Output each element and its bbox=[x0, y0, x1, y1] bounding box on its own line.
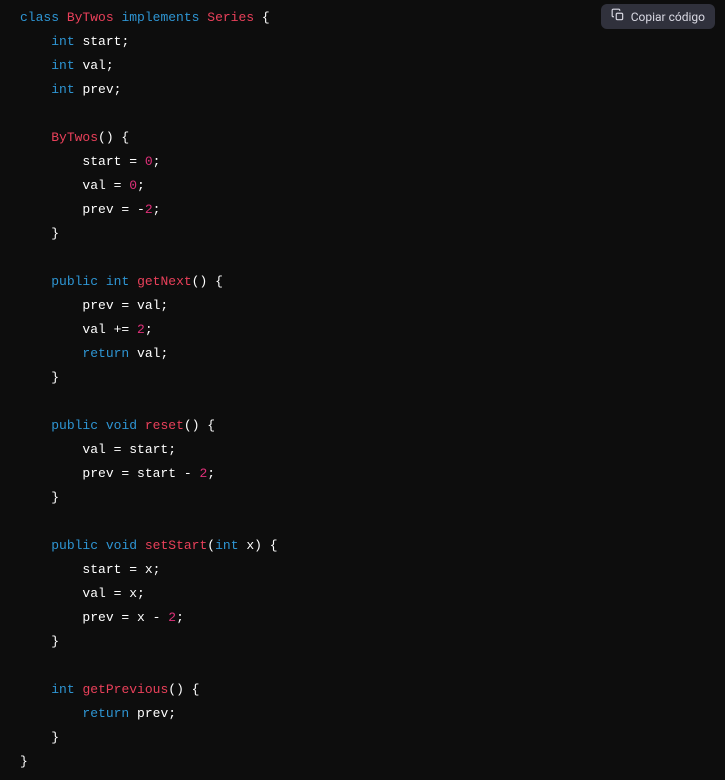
kw-return: return bbox=[82, 706, 129, 721]
kw-return: return bbox=[82, 346, 129, 361]
type-int: int bbox=[106, 274, 129, 289]
type-int: int bbox=[51, 58, 74, 73]
class-name-series: Series bbox=[207, 10, 254, 25]
id-x: x bbox=[246, 538, 254, 553]
num-two: 2 bbox=[145, 202, 153, 217]
num-zero: 0 bbox=[129, 178, 137, 193]
fn-getprevious: getPrevious bbox=[82, 682, 168, 697]
kw-public: public bbox=[51, 418, 98, 433]
copy-code-button[interactable]: Copiar código bbox=[601, 4, 715, 29]
code-block: class ByTwos implements Series { int sta… bbox=[0, 0, 725, 780]
num-two: 2 bbox=[168, 610, 176, 625]
type-int: int bbox=[51, 682, 74, 697]
copy-code-label: Copiar código bbox=[631, 10, 705, 24]
id-prev: prev bbox=[82, 82, 113, 97]
type-int: int bbox=[51, 82, 74, 97]
type-void: void bbox=[106, 418, 137, 433]
id-val: val bbox=[82, 58, 105, 73]
copy-icon bbox=[611, 8, 625, 25]
ctor-bytwos: ByTwos bbox=[51, 130, 98, 145]
fn-getnext: getNext bbox=[137, 274, 192, 289]
id-start: start bbox=[82, 34, 121, 49]
num-two: 2 bbox=[137, 322, 145, 337]
kw-class: class bbox=[20, 10, 59, 25]
kw-public: public bbox=[51, 274, 98, 289]
kw-implements: implements bbox=[121, 10, 199, 25]
fn-setstart: setStart bbox=[145, 538, 207, 553]
type-void: void bbox=[106, 538, 137, 553]
type-int: int bbox=[51, 34, 74, 49]
class-name-bytwos: ByTwos bbox=[67, 10, 114, 25]
kw-public: public bbox=[51, 538, 98, 553]
fn-reset: reset bbox=[145, 418, 184, 433]
num-zero: 0 bbox=[145, 154, 153, 169]
type-int: int bbox=[215, 538, 238, 553]
